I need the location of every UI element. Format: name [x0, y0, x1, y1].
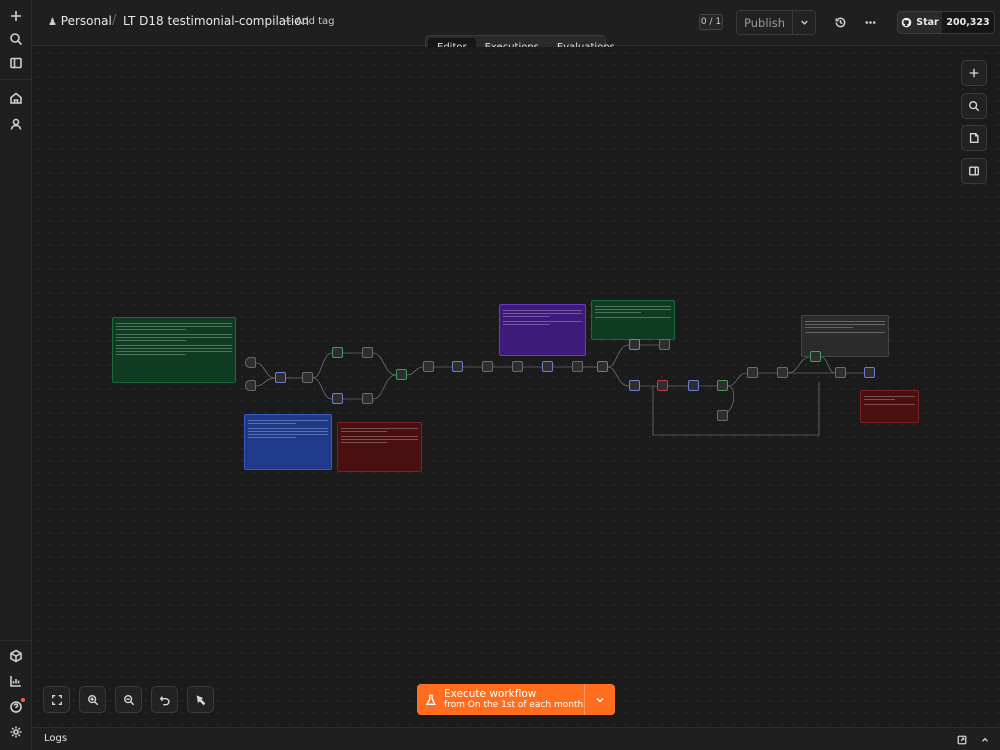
workflow-node[interactable] — [332, 393, 343, 404]
n8n-editor: ♟ Personal / LT D18 testimonial-compilat… — [0, 0, 1000, 750]
sticky-note-icon — [969, 133, 979, 143]
sticky-note-overview[interactable] — [112, 317, 236, 383]
chevron-up-icon[interactable] — [978, 733, 992, 747]
project-breadcrumb[interactable]: ♟ Personal — [48, 14, 112, 28]
if-node[interactable] — [717, 380, 728, 391]
zoom-to-fit-icon — [51, 694, 62, 705]
sticky-note-alert[interactable] — [860, 390, 919, 423]
add-sticky-button[interactable] — [961, 125, 987, 151]
search-icon[interactable] — [4, 27, 28, 51]
execute-workflow-text: Execute workflow from On the 1st of each… — [444, 688, 583, 710]
workflow-node[interactable] — [452, 361, 463, 372]
workflow-node[interactable] — [810, 351, 821, 362]
rail-divider — [0, 640, 32, 641]
workflow-node[interactable] — [629, 380, 640, 391]
zoom-out-icon — [123, 694, 134, 705]
add-node-button[interactable] — [961, 60, 987, 86]
breadcrumb-separator: / — [112, 13, 117, 28]
plus-icon — [969, 68, 979, 78]
workflow-canvas[interactable]: Execute workflow from On the 1st of each… — [32, 47, 1000, 727]
help-icon[interactable] — [4, 695, 28, 719]
connections — [255, 344, 864, 436]
popout-icon[interactable] — [955, 733, 969, 747]
home-icon[interactable] — [4, 86, 28, 110]
workflow-node[interactable] — [302, 372, 313, 383]
workflow-name[interactable]: LT D18 testimonial-compilation — [123, 14, 309, 28]
add-tag-button[interactable]: + Add tag — [284, 16, 335, 27]
version-badge: 0 / 1 — [699, 14, 723, 30]
execute-workflow-subtitle: from On the 1st of each month — [444, 700, 584, 711]
execute-options-button[interactable] — [585, 684, 615, 715]
search-icon — [969, 101, 980, 112]
cube-icon[interactable] — [4, 644, 28, 668]
chevron-down-icon — [596, 697, 604, 703]
zoom-in-button[interactable] — [79, 686, 106, 713]
history-icon[interactable] — [831, 13, 849, 31]
workflow-node[interactable] — [688, 380, 699, 391]
sidebar-icon[interactable] — [4, 51, 28, 75]
trigger-node[interactable] — [245, 380, 256, 391]
search-nodes-button[interactable] — [961, 93, 987, 119]
github-star-label: Star — [898, 12, 942, 33]
execute-workflow-group: Execute workflow from On the 1st of each… — [417, 684, 615, 715]
sticky-note-sheet-layout[interactable] — [244, 414, 332, 470]
code-node[interactable] — [482, 361, 493, 372]
user-icon[interactable] — [4, 112, 28, 136]
publish-button[interactable]: Publish — [737, 11, 793, 34]
merge-node[interactable] — [396, 369, 407, 380]
zoom-in-icon — [87, 694, 98, 705]
publish-button-group: Publish — [736, 10, 816, 35]
workflow-node[interactable] — [542, 361, 553, 372]
rail-divider — [0, 79, 32, 80]
code-node[interactable] — [835, 367, 846, 378]
sticky-note-payload[interactable] — [499, 304, 586, 356]
if-node[interactable] — [597, 361, 608, 372]
tidy-up-button[interactable] — [187, 686, 214, 713]
workflow-node[interactable] — [332, 347, 343, 358]
publish-menu-button[interactable] — [793, 11, 815, 34]
code-node[interactable] — [512, 361, 523, 372]
workflow-node[interactable] — [657, 380, 668, 391]
chart-icon[interactable] — [4, 669, 28, 693]
code-node[interactable] — [747, 367, 758, 378]
github-star-count: 200,323 — [942, 12, 994, 33]
zoom-out-button[interactable] — [115, 686, 142, 713]
logs-panel-bar[interactable]: Logs — [32, 727, 1000, 750]
code-node[interactable] — [572, 361, 583, 372]
code-node[interactable] — [423, 361, 434, 372]
sweep-icon — [196, 694, 205, 705]
panel-icon — [969, 166, 979, 176]
code-node[interactable] — [362, 347, 373, 358]
undo-button[interactable] — [151, 686, 178, 713]
workflow-node[interactable] — [864, 367, 875, 378]
toggle-panel-button[interactable] — [961, 158, 987, 184]
flask-icon — [426, 694, 436, 705]
chevron-down-icon — [800, 20, 808, 25]
github-star-button[interactable]: Star 200,323 — [897, 11, 995, 34]
workflow-node[interactable] — [629, 339, 640, 350]
sticky-note-options[interactable] — [591, 300, 675, 340]
zoom-to-fit-button[interactable] — [43, 686, 70, 713]
execute-workflow-title: Execute workflow — [444, 688, 537, 701]
settings-icon[interactable] — [4, 720, 28, 744]
code-node[interactable] — [659, 339, 670, 350]
left-rail — [0, 0, 32, 750]
trigger-node[interactable] — [245, 357, 256, 368]
user-icon: ♟ — [48, 17, 57, 28]
undo-icon — [159, 695, 169, 705]
workflow-node[interactable] — [275, 372, 286, 383]
sticky-note-warning[interactable] — [337, 422, 422, 472]
code-node[interactable] — [717, 410, 728, 421]
notification-dot — [21, 698, 25, 702]
execute-workflow-button[interactable]: Execute workflow from On the 1st of each… — [417, 684, 585, 715]
code-node[interactable] — [777, 367, 788, 378]
github-icon — [901, 17, 912, 28]
logs-label: Logs — [44, 733, 68, 744]
code-node[interactable] — [362, 393, 373, 404]
plus-icon[interactable] — [4, 4, 28, 28]
more-options-icon[interactable] — [861, 13, 879, 31]
